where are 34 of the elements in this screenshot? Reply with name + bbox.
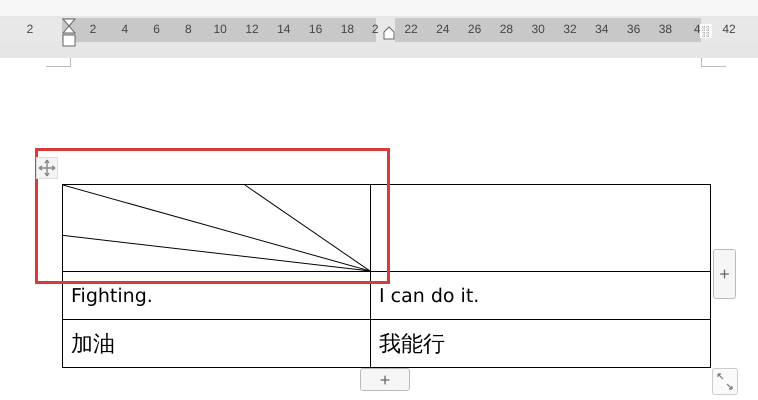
ruler-number: 30 xyxy=(532,22,545,36)
ruler-number: 4 xyxy=(121,22,128,36)
resize-handle-icon[interactable] xyxy=(712,368,738,395)
ruler-number: 22 xyxy=(404,22,418,36)
add-row-button[interactable]: + xyxy=(360,368,410,391)
table-cell: I can do it. xyxy=(370,272,710,320)
ruler-number: 24 xyxy=(436,22,450,36)
ruler-number: 2 xyxy=(26,22,34,36)
move-handle-icon[interactable] xyxy=(36,157,58,179)
indent-marker-icon[interactable] xyxy=(62,18,76,48)
ruler-number: 10 xyxy=(214,22,227,36)
ruler-number: 14 xyxy=(277,22,290,36)
ruler-number: 42 xyxy=(722,22,736,36)
ruler-number: 16 xyxy=(308,22,322,36)
add-column-button[interactable]: + xyxy=(713,249,736,299)
ruler-number: 38 xyxy=(658,22,672,36)
ruler-number: 18 xyxy=(340,22,354,36)
ruler-number: 2 xyxy=(90,22,96,36)
ruler-number: 32 xyxy=(563,22,577,36)
ruler-number: 26 xyxy=(468,22,482,36)
ruler-number: 28 xyxy=(500,22,514,36)
ruler-number: 2 xyxy=(372,22,379,36)
table-cell: Fighting. xyxy=(62,272,370,320)
ruler-number: 4 xyxy=(694,22,701,36)
table-grid-marker-icon[interactable] xyxy=(700,24,712,38)
table-cell: 我能行 xyxy=(370,320,710,368)
ruler-number: 34 xyxy=(595,22,608,36)
ruler-number: 36 xyxy=(626,22,640,36)
margin-corner-mark xyxy=(46,58,71,67)
margin-corner-mark xyxy=(701,58,726,67)
ruler-number: 12 xyxy=(245,22,259,36)
table-cell: 加油 xyxy=(62,320,370,368)
ruler-number: 6 xyxy=(153,22,160,36)
ruler-number: 8 xyxy=(185,22,192,36)
